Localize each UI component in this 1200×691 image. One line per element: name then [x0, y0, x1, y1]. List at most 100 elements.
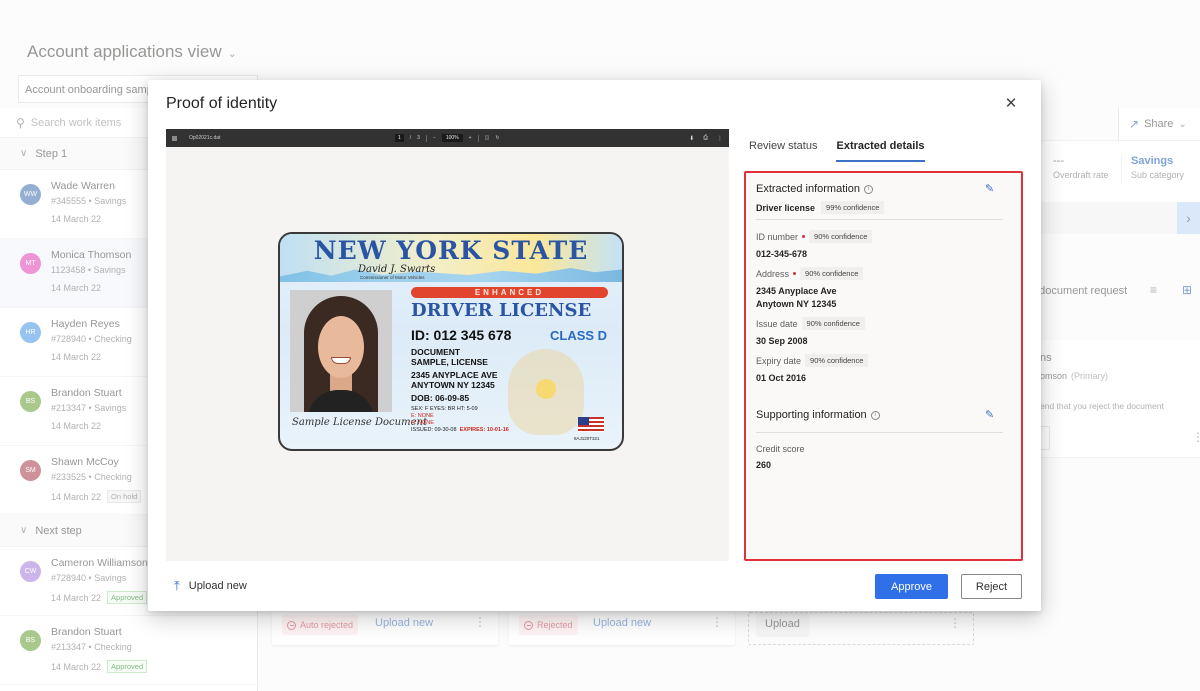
section-title: Supporting information: [756, 409, 867, 421]
rotate-icon[interactable]: ↻: [495, 135, 499, 141]
more-icon[interactable]: ⋮: [474, 615, 486, 629]
menu-icon[interactable]: [172, 135, 177, 141]
avatar: BS: [20, 391, 41, 412]
page-current[interactable]: 1: [395, 134, 404, 142]
upload-new-label: Upload new: [188, 580, 247, 592]
work-item-date: 14 March 22: [51, 592, 102, 603]
chevron-down-icon: ∨: [20, 148, 28, 159]
license-code: 8AJ120T321: [574, 436, 600, 441]
confidence-badge: 99% confidence: [821, 201, 885, 214]
work-item-date: 14 March 22: [51, 352, 102, 362]
work-item-meta: 14 March 22 On hold: [51, 490, 142, 503]
upload-new-link[interactable]: Upload new: [593, 617, 651, 629]
zoom-level[interactable]: 100%: [441, 134, 463, 142]
more-icon[interactable]: ⋮: [949, 616, 961, 630]
field-address: Address 90% confidence 2345 Anyplace Ave …: [756, 267, 864, 311]
view-title: Account applications view: [27, 42, 222, 61]
chevron-right-icon[interactable]: ›: [1177, 202, 1200, 234]
license-line: SAMPLE, LICENSE: [411, 357, 488, 367]
info-icon[interactable]: i: [863, 184, 873, 194]
more-icon[interactable]: ⋮: [717, 135, 723, 142]
license-details: DOCUMENT SAMPLE, LICENSE 2345 ANYPLACE A…: [411, 347, 498, 403]
license-expires: EXPIRES: 10-01-16: [459, 427, 509, 433]
section-title: Extracted information: [756, 183, 860, 195]
applicant-card: [1030, 340, 1200, 458]
step-label: Next step: [35, 524, 82, 537]
zoom-out-icon[interactable]: −: [433, 135, 436, 141]
work-item[interactable]: BS Brandon Stuart #213347 • Checking 14 Mar…: [0, 616, 257, 685]
list-view-icon[interactable]: ≡: [1150, 283, 1157, 297]
metric-value[interactable]: Savings: [1131, 155, 1184, 167]
work-item-date: 14 March 22: [51, 661, 102, 672]
field-expiry-date: Expiry date 90% confidence 01 Oct 2016: [756, 354, 869, 385]
search-input[interactable]: Search work items: [31, 117, 121, 129]
work-item-meta: 14 March 22: [51, 214, 101, 224]
required-indicator: [793, 272, 797, 275]
document-type: Driver license 99% confidence: [756, 201, 885, 214]
share-button[interactable]: ↗ Share ⌄: [1118, 108, 1200, 140]
reject-button[interactable]: Reject: [961, 574, 1022, 599]
license-issued: ISSUED: 09-30-08: [411, 427, 457, 433]
avatar: HR: [20, 322, 41, 343]
work-item-account: #233525 • Checking: [51, 472, 132, 482]
divider: [756, 432, 1003, 433]
license-class: CLASS D: [550, 328, 608, 343]
details-tabs: Review status Extracted details: [749, 140, 925, 162]
document-request-label: d document request: [1030, 285, 1128, 297]
work-item-meta: 14 March 22: [51, 283, 101, 293]
minus-circle-icon: [524, 620, 533, 630]
upload-new-link[interactable]: Upload new: [375, 617, 433, 629]
status-badge: Rejected: [519, 615, 578, 635]
print-icon[interactable]: ⎙: [703, 135, 708, 142]
fit-page-icon[interactable]: ◫: [485, 135, 490, 141]
work-item-account: #213347 • Savings: [51, 403, 127, 413]
confidence-badge: 90% confidence: [801, 317, 865, 330]
share-icon: ↗: [1129, 117, 1140, 131]
metric-label: Overdraft rate: [1053, 170, 1109, 180]
chevron-down-icon: ∨: [20, 525, 28, 536]
close-icon[interactable]: ✕: [1002, 94, 1020, 112]
chevron-down-icon: ⌄: [227, 47, 237, 60]
work-item-name: Monica Thomson: [51, 249, 132, 261]
info-icon[interactable]: i: [870, 410, 880, 420]
edit-icon[interactable]: ✎: [985, 408, 999, 422]
download-icon[interactable]: ⬇: [689, 135, 694, 142]
approve-button[interactable]: Approve: [875, 574, 948, 599]
work-item-name: Brandon Stuart: [51, 626, 122, 638]
more-icon[interactable]: ⋮: [1192, 430, 1200, 444]
applicant-role: (Primary): [1071, 371, 1109, 381]
work-item-date: 14 March 22: [51, 283, 102, 293]
upload-button[interactable]: Upload: [757, 613, 808, 635]
avatar: MT: [20, 253, 41, 274]
license-line: ANYTOWN NY 12345: [411, 380, 495, 390]
dialog-title: Proof of identity: [166, 95, 278, 112]
license-line: R: NONE: [411, 420, 434, 426]
work-item-date: 14 March 22: [51, 491, 102, 502]
view-selector[interactable]: Account applications view ⌄: [27, 42, 237, 62]
field-value: 01 Oct 2016: [756, 373, 807, 383]
avatar: WW: [20, 184, 41, 205]
zoom-in-icon[interactable]: +: [469, 135, 472, 141]
license-line: DOCUMENT: [411, 347, 461, 357]
applicant-card-title: ns: [1040, 352, 1052, 364]
work-item-meta: 14 March 22 Approved: [51, 591, 148, 604]
license-photo: [290, 290, 392, 412]
edit-icon[interactable]: ✎: [985, 182, 999, 196]
avatar: BS: [20, 630, 41, 651]
tab-review-status[interactable]: Review status: [749, 140, 817, 162]
status-text: Rejected: [537, 620, 573, 630]
state-seal: [508, 349, 584, 435]
grid-view-icon[interactable]: ⊞: [1182, 283, 1192, 297]
more-icon[interactable]: ⋮: [711, 615, 723, 629]
field-label: Credit score: [756, 444, 805, 454]
recommendation-note: end that you reject the document: [1040, 401, 1164, 411]
field-label: Issue date: [756, 318, 798, 329]
license-line: E: NONE: [411, 413, 434, 419]
upload-new-button[interactable]: ⤒ Upload new: [174, 578, 247, 594]
status-badge: Approved: [107, 660, 148, 673]
work-item-account: #213347 • Checking: [51, 642, 132, 652]
upload-icon: ⤒: [174, 578, 180, 593]
work-item-account: #728940 • Savings: [51, 573, 127, 583]
tab-extracted-details[interactable]: Extracted details: [836, 140, 925, 162]
work-item-account: #345555 • Savings: [51, 196, 127, 206]
